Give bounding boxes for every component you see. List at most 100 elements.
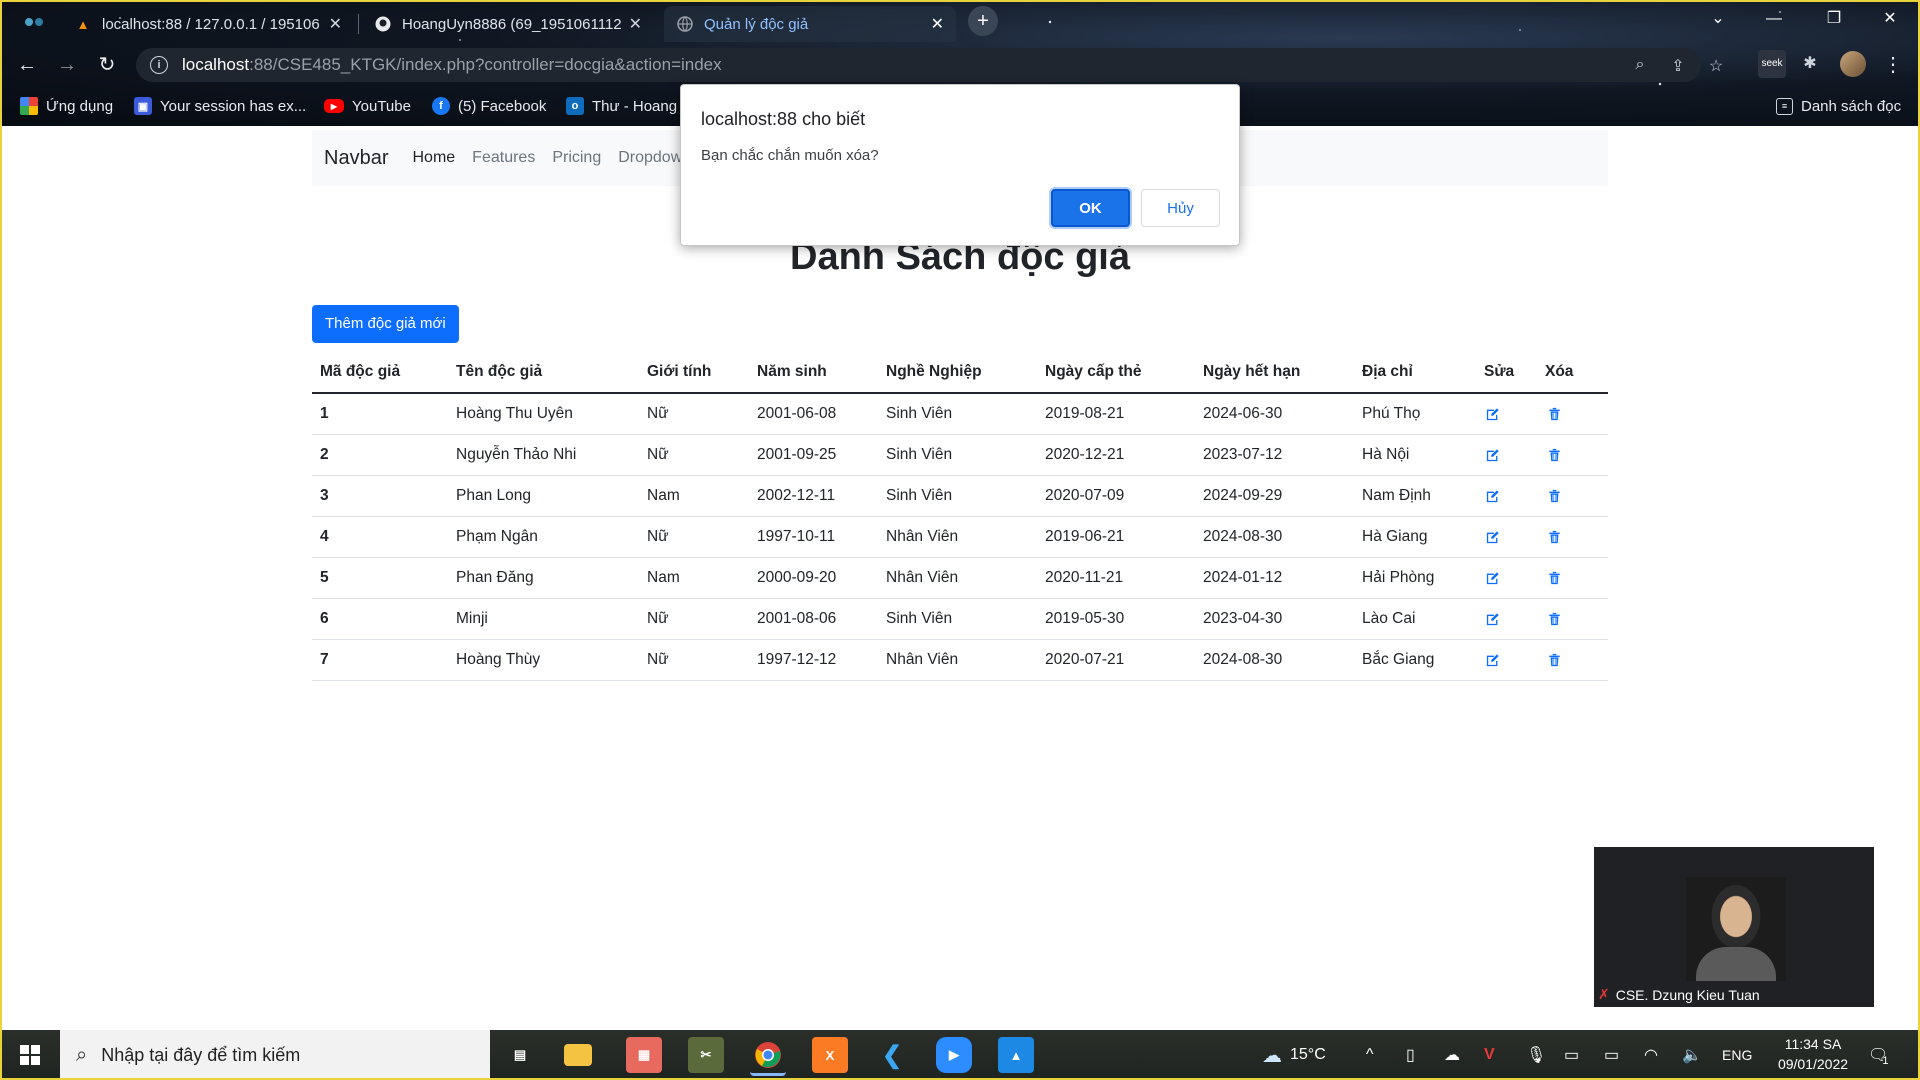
- tab-phpmyadmin[interactable]: ▲ localhost:88 / 127.0.0.1 / 195106 ✕: [62, 6, 354, 42]
- minimize-icon[interactable]: —: [1746, 0, 1802, 40]
- windows-start-icon[interactable]: [0, 1030, 60, 1080]
- trash-icon[interactable]: [1545, 446, 1563, 464]
- table-row: 4 Phạm Ngân Nữ 1997-10-11 Nhân Viên 2019…: [312, 516, 1608, 558]
- cell-issued: 2020-12-21: [1037, 434, 1195, 476]
- cell-address: Bắc Giang: [1354, 639, 1476, 681]
- reading-list[interactable]: ≡ Danh sách đọc: [1776, 94, 1901, 118]
- github-icon: [374, 15, 392, 33]
- video-call-tile[interactable]: ✗ CSE. Dzung Kieu Tuan: [1594, 847, 1874, 1007]
- wifi-icon[interactable]: ◠: [1644, 1030, 1658, 1080]
- cell-address: Lào Cai: [1354, 598, 1476, 640]
- profile-avatar[interactable]: [1840, 51, 1866, 77]
- col-header-issued: Ngày cấp thẻ: [1037, 352, 1195, 394]
- dialog-title: localhost:88 cho biết: [701, 109, 866, 129]
- microphone-icon[interactable]: 🎙: [1526, 1030, 1546, 1080]
- tab-github[interactable]: HoangUyn8886 (69_1951061112 ✕: [362, 6, 654, 42]
- zoom-app-icon[interactable]: ▶: [936, 1037, 972, 1073]
- nav-features[interactable]: Features: [472, 149, 535, 167]
- cell-issued: 2019-08-21: [1037, 393, 1195, 435]
- navbar-brand[interactable]: Navbar: [324, 147, 388, 170]
- chrome-taskbar-icon[interactable]: [750, 1037, 786, 1076]
- reload-icon[interactable]: ↻: [92, 50, 122, 80]
- tray-app-icon[interactable]: ▯: [1406, 1030, 1415, 1080]
- browser-menu-icon[interactable]: ⋮: [1878, 50, 1908, 80]
- share-icon[interactable]: ⇪: [1668, 56, 1688, 76]
- trash-icon[interactable]: [1545, 405, 1563, 423]
- zoom-icon[interactable]: ⌕: [1630, 56, 1650, 76]
- cell-name: Minji: [448, 598, 639, 640]
- cell-id: 4: [312, 516, 448, 558]
- vivaldi-tray-icon[interactable]: V: [1484, 1030, 1495, 1080]
- close-icon[interactable]: ✕: [931, 14, 944, 34]
- new-tab-button[interactable]: +: [968, 6, 998, 36]
- table-row: 6 Minji Nữ 2001-08-06 Sinh Viên 2019-05-…: [312, 598, 1608, 640]
- trash-icon[interactable]: [1545, 569, 1563, 587]
- nav-pricing[interactable]: Pricing: [552, 149, 601, 167]
- cancel-button[interactable]: Hủy: [1141, 189, 1220, 227]
- seek-extension-icon[interactable]: seek: [1758, 50, 1786, 78]
- tools-app-icon[interactable]: ✂: [688, 1037, 724, 1073]
- trash-icon[interactable]: [1545, 528, 1563, 546]
- bookmark-mail[interactable]: o Thư - Hoang: [566, 94, 677, 118]
- edit-icon[interactable]: [1484, 405, 1502, 423]
- app-store-icon[interactable]: ▦: [626, 1037, 662, 1073]
- search-icon: ⌕: [76, 1043, 88, 1066]
- task-view-icon[interactable]: ▤: [502, 1037, 538, 1073]
- extensions-puzzle-icon[interactable]: ✱: [1796, 50, 1824, 78]
- bookmark-facebook[interactable]: f (5) Facebook: [432, 94, 546, 118]
- reading-list-label: Danh sách đọc: [1801, 97, 1902, 115]
- cell-name: Nguyễn Thảo Nhi: [448, 434, 639, 476]
- tab-search-icon[interactable]: [22, 12, 46, 32]
- bookmark-star-icon[interactable]: ☆: [1706, 56, 1726, 76]
- tab-quan-ly-doc-gia[interactable]: Quản lý độc giả ✕: [664, 6, 956, 42]
- battery-icon[interactable]: ▭: [1604, 1030, 1619, 1080]
- cell-gender: Nữ: [639, 434, 749, 476]
- forward-icon[interactable]: →: [52, 50, 82, 80]
- nav-home[interactable]: Home: [412, 149, 455, 167]
- cell-expires: 2024-01-12: [1195, 557, 1354, 599]
- table-row: 2 Nguyễn Thảo Nhi Nữ 2001-09-25 Sinh Viê…: [312, 434, 1608, 476]
- weather-temp[interactable]: 15°C: [1290, 1046, 1326, 1064]
- cell-birth: 2001-09-25: [749, 434, 878, 476]
- edit-icon[interactable]: [1484, 528, 1502, 546]
- volume-icon[interactable]: 🔈: [1682, 1030, 1702, 1080]
- file-explorer-icon[interactable]: [564, 1044, 592, 1066]
- edit-icon[interactable]: [1484, 446, 1502, 464]
- cell-id: 6: [312, 598, 448, 640]
- edit-icon[interactable]: [1484, 487, 1502, 505]
- site-info-icon[interactable]: i: [150, 56, 168, 74]
- cell-expires: 2023-04-30: [1195, 598, 1354, 640]
- add-reader-button[interactable]: Thêm độc giả mới: [312, 305, 459, 343]
- tab-search-dropdown-icon[interactable]: ⌄: [1690, 0, 1746, 40]
- trash-icon[interactable]: [1545, 487, 1563, 505]
- trash-icon[interactable]: [1545, 610, 1563, 628]
- notification-center-icon[interactable]: 🗨 1: [1868, 1030, 1888, 1080]
- edit-icon[interactable]: [1484, 610, 1502, 628]
- apps-grid-icon: [20, 97, 38, 115]
- vscode-icon[interactable]: ❮: [874, 1037, 910, 1073]
- close-icon[interactable]: ✕: [329, 14, 342, 34]
- bookmark-session[interactable]: ▣ Your session has ex...: [134, 94, 306, 118]
- edit-icon[interactable]: [1484, 651, 1502, 669]
- window-close-icon[interactable]: ✕: [1862, 0, 1918, 40]
- display-icon[interactable]: ▭: [1564, 1030, 1579, 1080]
- back-icon[interactable]: ←: [12, 50, 42, 80]
- cell-edit: [1476, 393, 1537, 435]
- taskbar-clock[interactable]: 11:34 SA 09/01/2022: [1768, 1034, 1858, 1074]
- taskbar-search-box[interactable]: ⌕ Nhập tại đây để tìm kiếm: [60, 1030, 490, 1080]
- onedrive-icon[interactable]: ☁: [1444, 1030, 1460, 1080]
- address-bar[interactable]: i localhost:88/CSE485_KTGK/index.php?con…: [136, 48, 1723, 82]
- language-indicator[interactable]: ENG: [1722, 1030, 1752, 1080]
- restore-icon[interactable]: ❐: [1806, 0, 1862, 40]
- trash-icon[interactable]: [1545, 651, 1563, 669]
- bookmark-apps[interactable]: Ứng dụng: [20, 94, 113, 118]
- bookmark-youtube[interactable]: ▶ YouTube: [324, 94, 411, 118]
- xampp-icon[interactable]: X: [812, 1037, 848, 1073]
- ok-button[interactable]: OK: [1051, 189, 1130, 227]
- photos-app-icon[interactable]: ▲: [998, 1037, 1034, 1073]
- tray-chevron-icon[interactable]: ^: [1366, 1030, 1374, 1080]
- weather-cloud-icon[interactable]: ☁: [1262, 1043, 1282, 1068]
- url-text[interactable]: localhost:88/CSE485_KTGK/index.php?contr…: [182, 55, 722, 75]
- edit-icon[interactable]: [1484, 569, 1502, 587]
- close-icon[interactable]: ✕: [629, 14, 642, 34]
